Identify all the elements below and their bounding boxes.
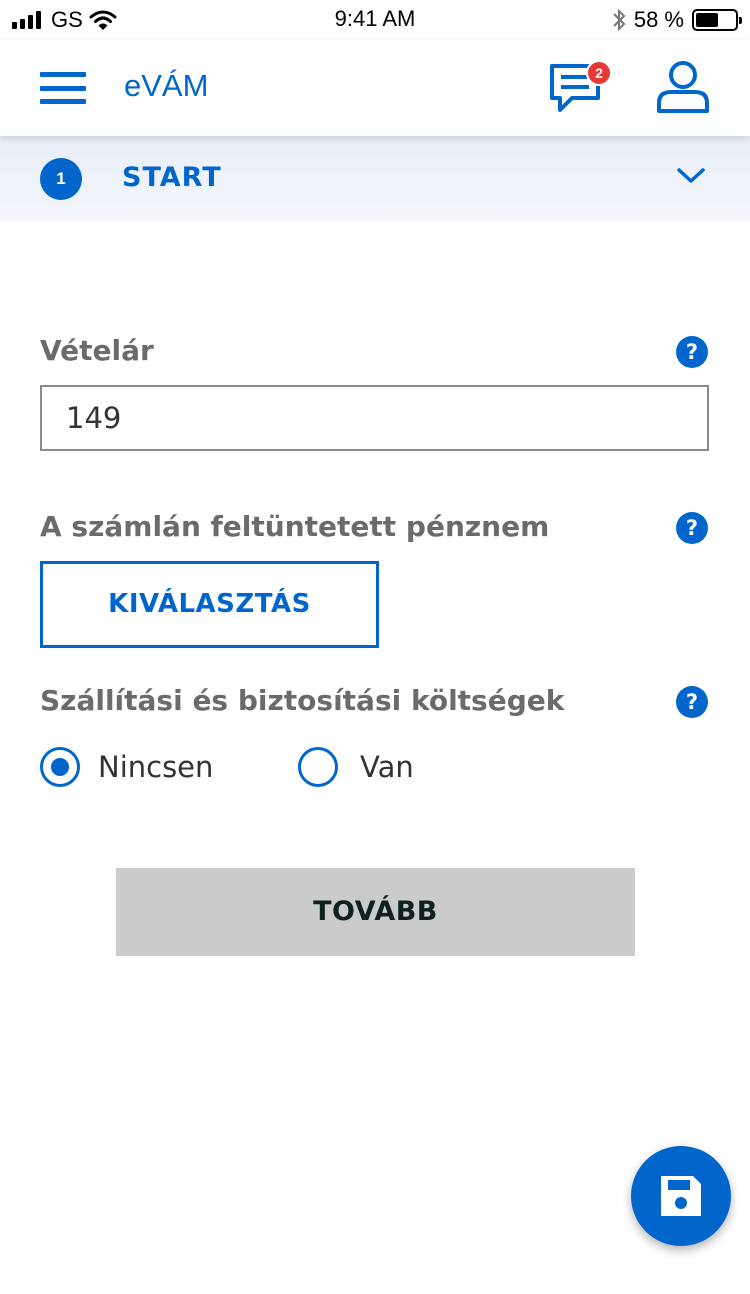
battery-percent: 58 % [633, 7, 684, 32]
status-bar: GS 9:41 AM 58 % [0, 0, 750, 40]
svg-text:?: ? [686, 690, 698, 714]
radio-button-selected[interactable] [40, 747, 80, 787]
step-header[interactable]: 1 START [0, 136, 750, 222]
help-icon[interactable]: ? [676, 336, 708, 368]
radio-option-nincsen[interactable]: Nincsen [40, 745, 213, 789]
step-title: START [122, 162, 222, 193]
menu-icon[interactable] [40, 72, 86, 104]
battery-icon [692, 9, 742, 31]
currency-label: A számlán feltüntetett pénznem [40, 510, 550, 543]
purchase-price-input[interactable] [40, 385, 709, 451]
battery-fill [696, 13, 719, 27]
step-number-badge: 1 [40, 158, 82, 200]
svg-text:?: ? [686, 516, 698, 540]
app-title: eVÁM [124, 68, 209, 103]
radio-label: Van [360, 750, 414, 784]
svg-text:?: ? [686, 340, 698, 364]
radio-option-van[interactable]: Van [298, 745, 414, 789]
radio-button[interactable] [298, 747, 338, 787]
user-icon[interactable] [654, 58, 712, 116]
shipping-label: Szállítási és biztosítási költségek [40, 684, 565, 717]
help-icon[interactable]: ? [676, 512, 708, 544]
radio-label: Nincsen [98, 750, 214, 784]
app-header: eVÁM 2 [0, 40, 750, 136]
save-fab-button[interactable] [631, 1146, 731, 1246]
status-right: 58 % [612, 6, 742, 34]
bluetooth-icon [613, 8, 626, 32]
message-count-badge: 2 [586, 60, 612, 86]
help-icon[interactable]: ? [676, 686, 708, 718]
chevron-down-icon[interactable] [676, 166, 706, 186]
currency-select-button[interactable]: KIVÁLASZTÁS [40, 561, 379, 648]
next-button[interactable]: TOVÁBB [116, 868, 635, 956]
save-icon [661, 1176, 701, 1216]
purchase-price-label: Vételár [40, 334, 154, 367]
